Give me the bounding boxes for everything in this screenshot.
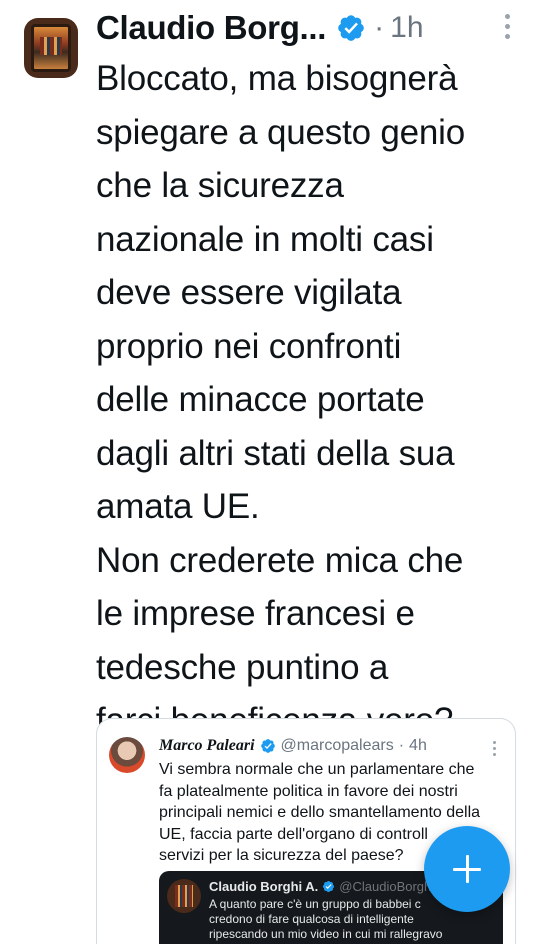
tweet-text-line: le imprese francesi e: [96, 594, 415, 633]
nested-text-line: ripescando un mio video in cui mi ralleg…: [209, 927, 443, 941]
header-separator: ·: [374, 11, 385, 44]
author-name[interactable]: Claudio Borg...: [96, 9, 326, 47]
tweet-text-line: dagli altri stati della sua: [96, 433, 455, 473]
compose-button[interactable]: [424, 826, 510, 912]
tweet-header: Claudio Borg... · 1h: [96, 6, 535, 50]
nested-author-handle[interactable]: @ClaudioBorghi: [339, 879, 434, 894]
tweet-text-line: delle minacce portate: [96, 380, 425, 419]
verified-badge-icon: [323, 880, 335, 893]
tweet-text-line: amata UE.: [96, 487, 260, 526]
quoted-text-line: fa platealmente politica in favore dei n…: [159, 782, 458, 800]
quoted-author-handle[interactable]: @marcopalears: [281, 737, 394, 755]
quoted-author-name[interactable]: Marco Paleari: [159, 737, 255, 755]
quoted-text-line: Vi sembra normale che un parlamentare ch…: [159, 761, 475, 778]
tweet-timestamp[interactable]: 1h: [390, 11, 423, 45]
quoted-timestamp[interactable]: 4h: [409, 737, 427, 755]
nested-author-avatar[interactable]: [167, 879, 201, 913]
tweet-text-line: che la sicurezza: [96, 166, 344, 205]
author-avatar[interactable]: [24, 18, 78, 78]
tweet-text-line: proprio nei confronti: [96, 326, 402, 366]
tweet-text-line: deve essere vigilata: [96, 273, 402, 312]
quoted-author-avatar[interactable]: [109, 737, 145, 773]
quoted-more-options-icon[interactable]: [493, 741, 497, 756]
tweet-text-line: nazionale in molti casi: [96, 219, 434, 259]
tweet-text-line: spiegare a questo genio: [96, 112, 466, 152]
tweet-text-line: tedesche puntino a: [96, 647, 389, 687]
quoted-text-line: principali nemici e dello smantellamento…: [159, 804, 481, 821]
tweet-text-line: Bloccato, ma bisognerà: [96, 59, 458, 98]
painting-avatar-icon: [31, 24, 71, 72]
nested-author-name[interactable]: Claudio Borghi A.: [209, 879, 318, 894]
tweet-text-line: Non crederete mica che: [96, 540, 464, 580]
more-options-icon[interactable]: [505, 14, 513, 39]
tweet-text: Bloccato, ma bisognerà spiegare a questo…: [96, 52, 526, 748]
quoted-separator: ·: [398, 737, 405, 754]
nested-tweet-header: Claudio Borghi A. @ClaudioBorghi: [209, 879, 434, 894]
plus-icon: [453, 855, 481, 883]
verified-badge-icon: [260, 739, 275, 753]
nested-text-line: credono di fare qualcosa di intelligente: [209, 912, 414, 926]
quoted-tweet-header: Marco Paleari @marcopalears · 4h: [159, 737, 427, 755]
verified-badge-icon: [338, 15, 364, 41]
